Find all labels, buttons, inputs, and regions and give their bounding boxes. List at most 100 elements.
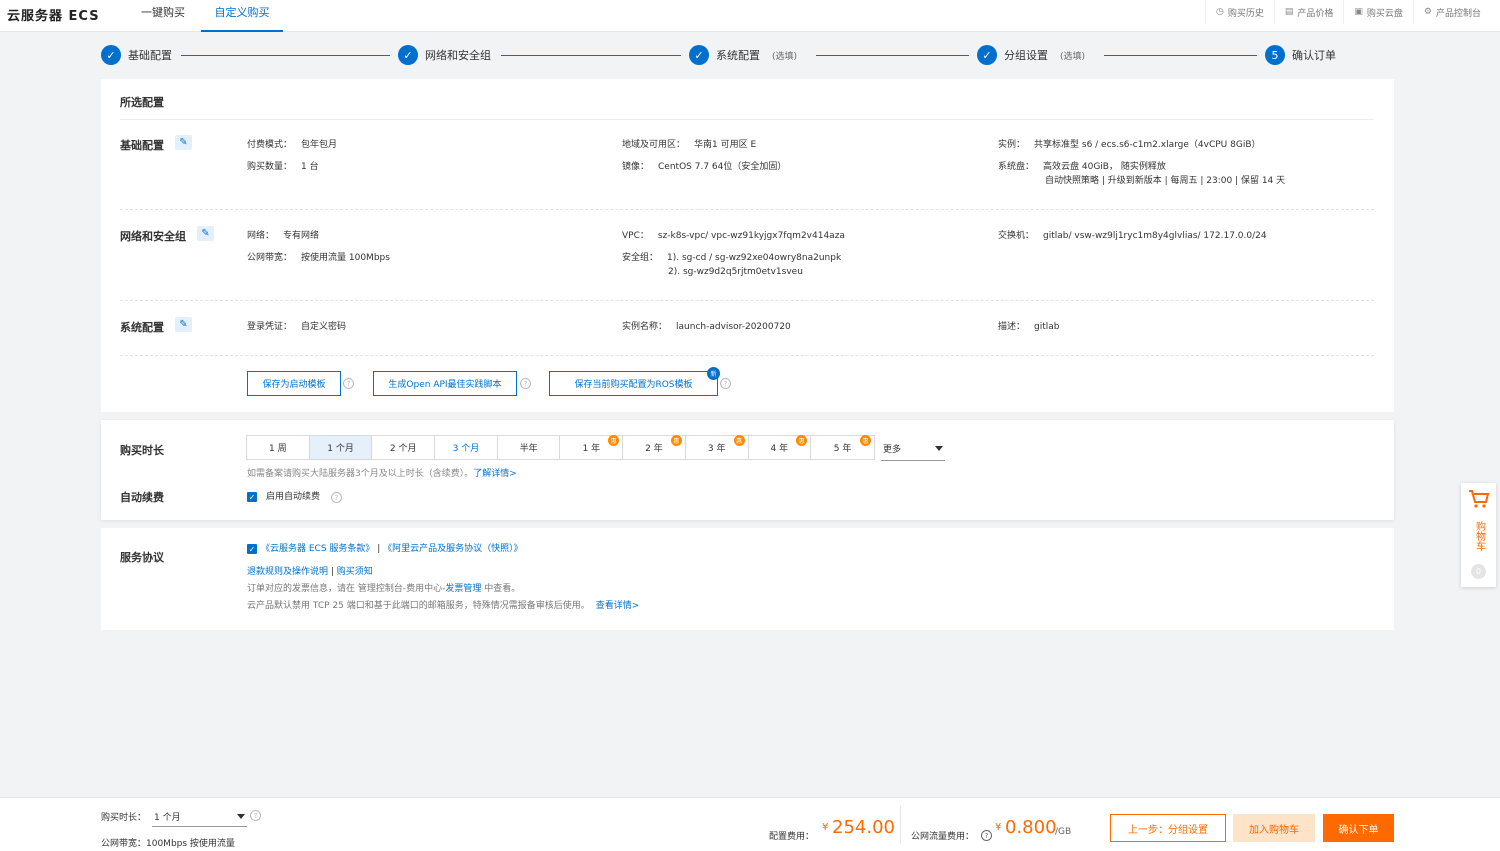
ros-button-label: 保存当前购买配置为ROS模板 [574, 380, 693, 390]
ecs-terms-link[interactable]: 《云服务器 ECS 服务条款》 [261, 544, 374, 554]
step-number: 5 [1265, 45, 1285, 65]
step-connector [181, 55, 390, 56]
help-icon[interactable]: ? [520, 378, 531, 389]
duration-option[interactable]: 5 年惠 [811, 435, 874, 459]
console-link[interactable]: ⚙ 产品控制台 [1412, 0, 1500, 24]
discount-badge: 惠 [796, 435, 808, 446]
help-icon[interactable]: ? [720, 378, 731, 389]
chevron-down-icon [935, 446, 943, 451]
duration-option[interactable]: 1 年惠 [560, 435, 624, 459]
currency-symbol: ¥ [995, 822, 1002, 833]
duration-option-selected[interactable]: 1 个月 [309, 436, 373, 459]
check-icon: ✓ [977, 45, 997, 65]
edit-network-icon[interactable]: ✎ [197, 226, 214, 241]
duration-option[interactable]: 2 个月 [372, 436, 436, 459]
learn-more-link[interactable]: 了解详情> [473, 469, 517, 479]
basic-config-title: 基础配置 [120, 139, 164, 152]
vpc: VPC： sz-k8s-vpc/ vpc-wz91kyjgx7fqm2v414az… [622, 231, 845, 241]
duration-option[interactable]: 3 个月 [435, 436, 498, 459]
duration-options: 1 周 1 个月 2 个月 3 个月 半年 1 年惠 2 年惠 3 年惠 4 年… [246, 435, 875, 460]
config-fee: 254.00 [832, 817, 895, 838]
more-label: 更多 [883, 445, 902, 455]
footer-duration-label: 购买时长： [101, 813, 147, 823]
auto-renew-checkbox[interactable]: ✓ [247, 492, 257, 502]
separator: | [374, 544, 384, 554]
currency-symbol: ¥ [822, 822, 829, 833]
duration-option[interactable]: 1 周 [247, 436, 310, 459]
step-label: 网络和安全组 [425, 49, 491, 62]
step-label: 系统配置 [716, 49, 760, 62]
duration-option[interactable]: 4 年惠 [748, 435, 812, 459]
help-icon[interactable]: ? [343, 378, 354, 389]
step-basic[interactable]: ✓ 基础配置 [101, 45, 172, 65]
terms-links: 《云服务器 ECS 服务条款》 | 《阿里云产品及服务协议（快照）》 [261, 543, 523, 555]
check-icon: ✓ [398, 45, 418, 65]
help-icon[interactable]: ? [250, 810, 261, 821]
step-confirm: 5 确认订单 [1265, 45, 1336, 65]
step-system[interactable]: ✓ 系统配置 (选填) [689, 45, 797, 65]
purchase-qty: 购买数量： 1 台 [247, 162, 319, 172]
step-optional: (选填) [772, 51, 798, 62]
instance-type: 实例： 共享标准型 s6 / ecs.s6-c1m2.xlarge（4vCPU 8… [998, 140, 1261, 150]
port-note: 云产品默认禁用 TCP 25 端口和基于此端口的邮箱服务，特殊情况需报备审核后使… [247, 601, 640, 611]
prev-step-button[interactable]: 上一步：分组设置 [1110, 814, 1226, 842]
invoice-management-link[interactable]: 发票管理 [445, 584, 481, 594]
purchase-history-link[interactable]: ◷ 购买历史 [1204, 0, 1274, 24]
add-to-cart-button[interactable]: 加入购物车 [1233, 814, 1315, 842]
config-summary-card: 所选配置 基础配置 ✎ 付费模式： 包年包月 购买数量： 1 台 地域及可用区： 华南… [101, 79, 1394, 412]
step-connector [816, 55, 969, 56]
public-bandwidth: 公网带宽： 按使用流量 100Mbps [247, 253, 390, 263]
divider [120, 119, 1374, 120]
confirm-order-button[interactable]: 确认下单 [1323, 814, 1394, 842]
check-icon: ✓ [689, 45, 709, 65]
filing-note: 如需备案请购买大陆服务器3个月及以上时长（含续费）。了解详情> [247, 469, 517, 479]
cart-widget[interactable]: 购物车 0 [1461, 483, 1496, 587]
invoice-note: 订单对应的发票信息，请在 管理控制台-费用中心-发票管理 中查看。 [247, 584, 521, 594]
duration-option-label: 4 年 [770, 444, 789, 454]
tab-custom-buy[interactable]: 自定义购买 [201, 0, 283, 32]
discount-badge: 惠 [859, 435, 871, 446]
divider [900, 806, 901, 844]
footer-bandwidth: 公网带宽：100Mbps 按使用流量 [101, 839, 235, 849]
service-agreement-link[interactable]: 《阿里云产品及服务协议（快照）》 [383, 544, 523, 554]
clock-icon: ◷ [1215, 7, 1224, 17]
step-connector [501, 55, 681, 56]
edit-basic-icon[interactable]: ✎ [175, 135, 192, 150]
auto-renew-label: 启用自动续费 [266, 492, 321, 502]
security-group: 安全组： 1). sg-cd / sg-wz92xe04owry8na2unpk [622, 253, 842, 263]
duration-option[interactable]: 半年 [497, 436, 561, 459]
step-network[interactable]: ✓ 网络和安全组 [398, 45, 491, 65]
view-details-link[interactable]: 查看详情> [596, 601, 640, 611]
agreement-checkbox[interactable]: ✓ [247, 544, 257, 554]
step-connector [1104, 55, 1257, 56]
progress-steps: ✓ 基础配置 ✓ 网络和安全组 ✓ 系统配置 (选填) ✓ 分组设置 (选填) 5 确认订单 [0, 33, 1500, 77]
instance-name: 实例名称： launch-advisor-20200720 [622, 322, 791, 332]
refund-rules-link[interactable]: 退款规则及操作说明 [247, 567, 328, 577]
traffic-fee-label: 公网流量费用： [911, 832, 975, 842]
header-links: ◷ 购买历史 ▤ 产品价格 ▣ 购买云盘 ⚙ 产品控制台 [1204, 0, 1500, 24]
step-label: 确认订单 [1292, 49, 1336, 62]
cart-icon [1469, 490, 1490, 508]
pay-mode: 付费模式： 包年包月 [247, 140, 338, 150]
duration-card: 购买时长 1 周 1 个月 2 个月 3 个月 半年 1 年惠 2 年惠 3 年… [101, 420, 1394, 520]
purchase-notice-link[interactable]: 购买须知 [337, 567, 373, 577]
save-launch-template-button[interactable]: 保存为启动模板 [247, 371, 341, 396]
buy-disk-link[interactable]: ▣ 购买云盘 [1343, 0, 1413, 24]
product-price-link[interactable]: ▤ 产品价格 [1273, 0, 1344, 24]
footer-duration-value: 1 个月 [154, 813, 181, 823]
cart-count-badge: 0 [1471, 564, 1486, 579]
discount-badge: 惠 [608, 435, 620, 446]
help-icon[interactable]: ? [981, 830, 992, 841]
tab-quick-buy[interactable]: 一键购买 [135, 0, 191, 32]
duration-option[interactable]: 2 年惠 [623, 435, 686, 459]
duration-option[interactable]: 3 年惠 [685, 435, 749, 459]
step-group[interactable]: ✓ 分组设置 (选填) [977, 45, 1085, 65]
footer-duration-select[interactable]: 1 个月 [152, 807, 247, 827]
divider [120, 209, 1374, 210]
save-ros-template-button[interactable]: 保存当前购买配置为ROS模板 新 [549, 367, 720, 396]
help-icon[interactable]: ? [331, 492, 342, 503]
more-duration-select[interactable]: 更多 [881, 437, 945, 461]
generate-openapi-button[interactable]: 生成Open API最佳实践脚本 [373, 371, 517, 396]
edit-system-icon[interactable]: ✎ [175, 317, 192, 332]
security-group-2: 2). sg-wz9d2q5rjtm0etv1sveu [668, 267, 803, 277]
